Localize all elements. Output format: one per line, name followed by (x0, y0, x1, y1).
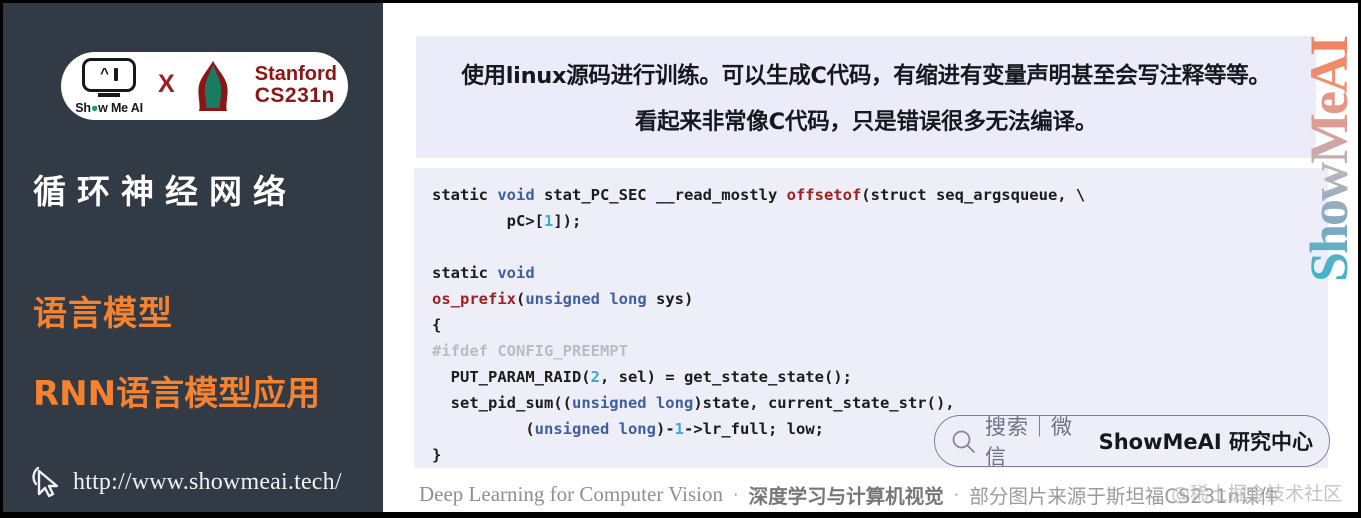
showmeai-logo: ^ Sh●w Me AI (72, 57, 146, 115)
bottom-rule (3, 512, 1358, 515)
magnifier-icon (952, 430, 975, 453)
search-placeholder: 搜索｜微信 (985, 415, 1073, 469)
wechat-brand-name: ShowMeAI 研究中心 (1098, 430, 1313, 454)
notice-line-1: 使用linux源码进行训练。可以生成C代码，有缩进有变量声明甚至会写注释等等。 (461, 63, 1271, 89)
cross-label: X (158, 69, 175, 98)
website-link[interactable]: http://www.showmeai.tech/ (31, 465, 342, 499)
sidebar: ^ Sh●w Me AI X Stanford CS231n 循环神经网络 语言… (3, 3, 383, 515)
content-panel: 使用linux源码进行训练。可以生成C代码，有缩进有变量声明甚至会写注释等等。 … (383, 3, 1358, 515)
notice-banner: 使用linux源码进行训练。可以生成C代码，有缩进有变量声明甚至会写注释等等。 … (416, 36, 1316, 158)
logo-pill: ^ Sh●w Me AI X Stanford CS231n (61, 52, 348, 120)
stanford-line2: CS231n (254, 84, 335, 108)
notice-line-2: 看起来非常像C代码，只是错误很多无法编译。 (634, 109, 1098, 135)
caption-english: Deep Learning for Computer Vision (419, 481, 723, 506)
caption-separator-1: · (732, 484, 739, 503)
juejin-watermark: @稀土掘金技术社区 (1171, 483, 1343, 505)
showmeai-wordmark: Sh●w Me AI (75, 100, 143, 115)
sidebar-subtitle-1: 语言模型 (33, 294, 173, 334)
cursor-arrow-icon (32, 466, 59, 498)
caption-chinese-bold: 深度学习与计算机视觉 (748, 484, 944, 508)
stanford-line1: Stanford (254, 63, 337, 86)
wechat-search-pill[interactable]: 搜索｜微信 ShowMeAI 研究中心 (934, 415, 1330, 469)
slide-root: ^ Sh●w Me AI X Stanford CS231n 循环神经网络 语言… (0, 0, 1361, 518)
stanford-tree-icon (198, 61, 228, 111)
website-url-text: http://www.showmeai.tech/ (73, 468, 342, 495)
stanford-s-icon (187, 59, 239, 113)
page-title: 循环神经网络 (33, 172, 297, 211)
ai-monitor-icon: ^ (82, 57, 137, 92)
stanford-label: Stanford CS231n (255, 64, 337, 107)
caption-separator-2: · (953, 484, 960, 503)
sidebar-subtitle-2: RNN语言模型应用 (33, 374, 321, 414)
